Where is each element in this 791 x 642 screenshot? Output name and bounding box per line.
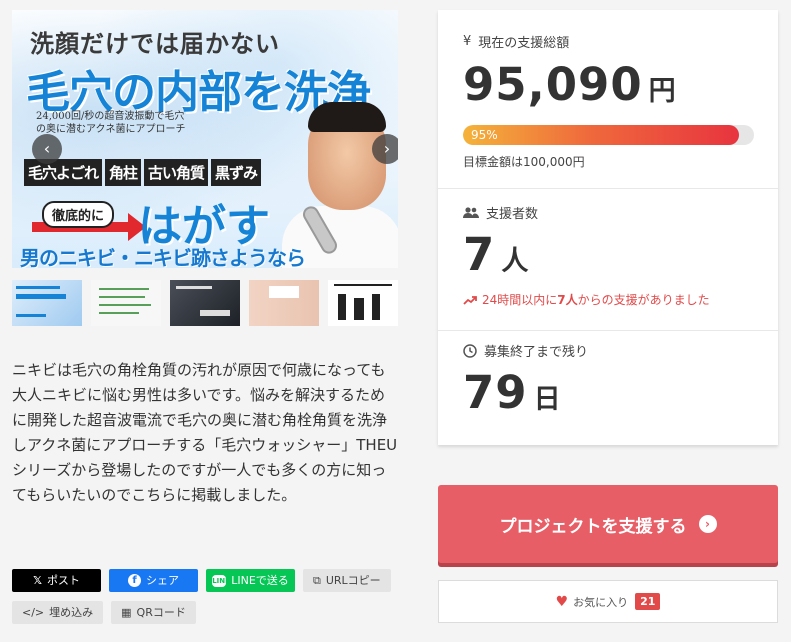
share-x-button[interactable]: 𝕏 ポスト	[12, 569, 101, 592]
hero-tag: 角柱	[105, 159, 142, 186]
funding-progress-bar: 95%	[463, 125, 754, 145]
remaining-days: 79 日	[463, 366, 561, 419]
divider	[438, 188, 778, 189]
recent-count: 7人	[557, 293, 578, 307]
thumbnail-2[interactable]	[91, 280, 161, 326]
total-amount-value: 95,090	[463, 58, 643, 111]
x-logo-icon: 𝕏	[33, 574, 42, 587]
share-line-label: LINEで送る	[231, 574, 289, 587]
project-main-image[interactable]: 洗顔だけでは届かない 毛穴の内部を洗浄 24,000回/秒の超音波振動で毛穴の奥…	[12, 10, 398, 268]
supporters-unit: 人	[501, 246, 529, 277]
supporters-value: 7	[463, 228, 496, 281]
thumbnail-5[interactable]	[328, 280, 398, 326]
total-amount: 95,090 円	[463, 58, 676, 111]
progress-fill	[463, 125, 740, 145]
remaining-unit: 日	[533, 384, 561, 415]
yen-icon: ¥	[463, 34, 472, 49]
recent-support-notice: 24時間以内に7人からの支援がありました	[463, 291, 710, 308]
recent-suffix: からの支援がありました	[577, 293, 710, 307]
qr-icon: ▦	[121, 606, 132, 619]
clock-icon	[463, 343, 477, 358]
supporters-label-row: 支援者数	[463, 203, 538, 222]
model-hair	[308, 102, 386, 132]
qr-code-button[interactable]: ▦ QRコード	[111, 601, 196, 624]
remaining-label-row: 募集終了まで残り	[463, 341, 588, 360]
embed-label: 埋め込み	[49, 606, 94, 619]
hero-subtext: 24,000回/秒の超音波振動で毛穴の奥に潜むアクネ菌にアプローチ	[36, 111, 186, 135]
support-button-label: プロジェクトを支援する	[499, 516, 687, 537]
share-line-button[interactable]: LINE LINEで送る	[206, 569, 295, 592]
total-amount-unit: 円	[648, 76, 676, 107]
copy-url-label: URLコピー	[325, 574, 381, 587]
progress-percent: 95%	[471, 128, 498, 142]
share-x-label: ポスト	[46, 574, 80, 587]
embed-button[interactable]: </> 埋め込み	[12, 601, 104, 624]
arrow-right-icon: ›	[698, 515, 717, 533]
supporters-count: 7 人	[463, 228, 528, 281]
qr-code-label: QRコード	[136, 606, 186, 619]
project-description: ニキビは毛穴の角栓角質の汚れが原因で何歳になっても大人ニキビに悩む男性は多いです…	[12, 361, 398, 504]
copy-url-button[interactable]: ⧉ URLコピー	[303, 569, 391, 592]
facebook-icon: f	[128, 574, 141, 587]
thumbnail-strip	[12, 280, 398, 326]
hero-headline-1: 洗顔だけでは届かない	[30, 30, 280, 58]
recent-prefix: 24時間以内に	[482, 293, 558, 307]
favorite-label: お気に入り	[573, 595, 629, 609]
thumbnail-1[interactable]	[12, 280, 82, 326]
remaining-label: 募集終了まで残り	[484, 345, 589, 360]
hero-thorough-label: 徹底的に	[42, 201, 115, 228]
divider	[438, 330, 778, 331]
share-row-1: 𝕏 ポスト f シェア LINE LINEで送る ⧉ URLコピー	[12, 569, 391, 592]
goal-amount: 目標金額は100,000円	[463, 155, 585, 169]
share-facebook-label: シェア	[146, 574, 179, 587]
code-icon: </>	[22, 606, 45, 619]
hero-tag-list: 毛穴よごれ 角柱 古い角質 黒ずみ	[24, 159, 262, 186]
carousel-prev-button[interactable]: ‹	[32, 134, 62, 164]
thumbnail-3[interactable]	[170, 280, 240, 326]
favorite-count-badge: 21	[635, 593, 661, 610]
support-project-button[interactable]: プロジェクトを支援する ›	[438, 485, 778, 563]
total-amount-label-row: ¥ 現在の支援総額	[463, 32, 569, 51]
heart-icon: ♥	[555, 593, 569, 610]
line-icon: LINE	[212, 574, 230, 587]
hero-bottom-text: 男のニキビ・ニキビ跡さようなら	[20, 246, 306, 268]
total-amount-label: 現在の支援総額	[478, 36, 570, 51]
copy-icon: ⧉	[313, 574, 321, 587]
hero-tag: 黒ずみ	[211, 159, 262, 186]
people-icon	[463, 206, 479, 218]
hero-tag: 古い角質	[144, 159, 209, 186]
funding-stats-card: ¥ 現在の支援総額 95,090 円 95% 目標金額は100,000円 支援者…	[438, 10, 778, 445]
favorite-button[interactable]: ♥ お気に入り 21	[438, 580, 778, 623]
share-row-2: </> 埋め込み ▦ QRコード	[12, 601, 196, 624]
hero-tag: 毛穴よごれ	[24, 159, 103, 186]
trending-up-icon	[463, 295, 477, 305]
remaining-value: 79	[463, 366, 528, 419]
carousel-next-button[interactable]: ›	[372, 134, 398, 164]
thumbnail-4[interactable]	[249, 280, 319, 326]
supporters-label: 支援者数	[486, 207, 539, 222]
share-facebook-button[interactable]: f シェア	[109, 569, 198, 592]
